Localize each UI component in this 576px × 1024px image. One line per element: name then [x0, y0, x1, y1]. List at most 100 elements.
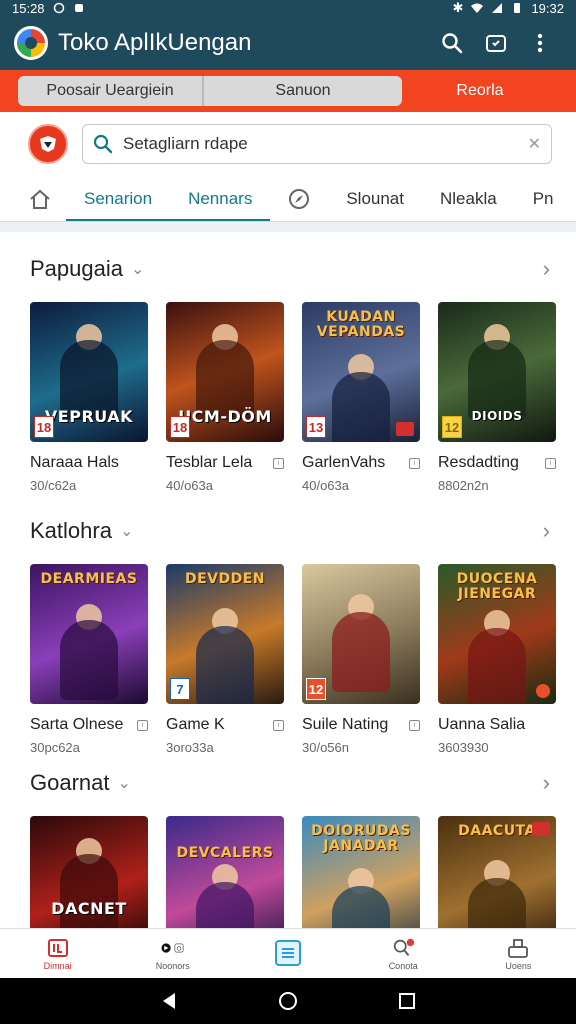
library-icon: [275, 939, 301, 966]
compass-tab[interactable]: [270, 176, 328, 221]
bottom-nav: Dimnai Noonors Conota Uoens: [0, 928, 576, 978]
app-name: Tesblar Lela: [166, 454, 253, 471]
app-name: GarlenVahs: [302, 454, 386, 471]
app-meta: 3oro33a: [166, 740, 214, 755]
app-card[interactable]: KUADAN VEPANDAS 13 GarlenVahs i 40/o63a: [302, 302, 420, 493]
category-nav: Senarion Nennars Slounat Nleakla Pn: [0, 176, 576, 222]
app-meta: 3603930: [438, 740, 489, 755]
search-row: ✕: [0, 112, 576, 176]
section-title: Papugaia: [30, 256, 123, 281]
status-time: 15:28: [12, 0, 45, 16]
system-nav-bar: [0, 978, 576, 1024]
people-icon: [391, 937, 415, 959]
back-icon: [163, 993, 176, 1009]
age-rating: 18: [170, 416, 190, 438]
account-icon: [506, 937, 530, 959]
nav-library[interactable]: [230, 929, 345, 978]
cover-title: KUADAN VEPANDAS: [316, 309, 406, 340]
wifi-icon: [471, 3, 484, 13]
home-icon: [30, 189, 50, 209]
tab-first[interactable]: Poosair Ueargiein: [18, 76, 204, 106]
cover-title: DUOCENA JIENEGAR: [456, 571, 538, 602]
nav-contact[interactable]: Conota: [346, 929, 461, 978]
info-icon: i: [273, 457, 284, 469]
section-title: Katlohra: [30, 518, 112, 543]
app-card[interactable]: DIOIDS 12 Resdadting i 8802n2n: [438, 302, 556, 493]
app-card[interactable]: DUOCENA JIENEGAR Uanna Salia 3603930: [438, 564, 556, 755]
divider: [0, 222, 576, 232]
section-header[interactable]: Papugaia ⌄ ›: [0, 252, 576, 286]
tab-third[interactable]: Reorla: [402, 76, 558, 106]
info-icon: i: [273, 719, 284, 731]
cover-title: DOIORUDAS JANADAR: [311, 823, 411, 854]
app-card[interactable]: DEARMIEAS Sarta Olnese i 30pc62a: [30, 564, 148, 755]
chevron-right-icon[interactable]: ›: [543, 770, 550, 796]
home-circle-icon: [278, 992, 297, 1010]
profile-avatar[interactable]: [28, 124, 68, 164]
media-icon: [161, 937, 185, 959]
search-input[interactable]: [123, 134, 528, 154]
app-cover: VEPRUAK 18: [30, 302, 148, 442]
search-field[interactable]: ✕: [82, 124, 552, 164]
more-vert-icon: [537, 33, 543, 53]
top-tabs: Poosair Ueargiein Sanuon Reorla: [0, 70, 576, 112]
app-meta: 40/o63a: [166, 478, 213, 493]
app-card[interactable]: DEVDDEN 7 Game K i 3oro33a: [166, 564, 284, 755]
nav-account[interactable]: Uoens: [461, 929, 576, 978]
app-name: Game K: [166, 716, 225, 733]
tab-second[interactable]: Sanuon: [204, 76, 402, 106]
info-icon: i: [545, 457, 556, 469]
cover-title: DEVCALERS: [176, 845, 274, 861]
app-cover: DEARMIEAS: [30, 564, 148, 704]
age-rating: 12: [442, 416, 462, 438]
section-header[interactable]: Goarnat ⌄ ›: [0, 766, 576, 800]
chevron-down-icon: ⌄: [117, 775, 131, 792]
app-name: Suile Nating: [302, 716, 389, 733]
category-tab[interactable]: Pn: [515, 176, 572, 221]
chevron-right-icon[interactable]: ›: [543, 256, 550, 282]
search-button[interactable]: [430, 21, 474, 65]
category-tab[interactable]: Nennars: [170, 176, 271, 221]
category-tab[interactable]: Senarion: [66, 176, 171, 221]
more-menu-button[interactable]: [518, 21, 562, 65]
app-card[interactable]: UCM-DÖM 18 Tesblar Lela i 40/o63a: [166, 302, 284, 493]
back-button[interactable]: [149, 981, 189, 1021]
chevron-right-icon[interactable]: ›: [543, 518, 550, 544]
games-icon: [46, 937, 70, 959]
app-cover: UCM-DÖM 18: [166, 302, 284, 442]
home-tab[interactable]: [28, 176, 66, 221]
app-meta: 40/o63a: [302, 478, 349, 493]
app-meta: 8802n2n: [438, 478, 489, 493]
age-rating: 18: [34, 416, 54, 438]
category-tab[interactable]: Nleakla: [422, 176, 515, 221]
app-card[interactable]: 12 Suile Nating i 30/o56n: [302, 564, 420, 755]
nav-games[interactable]: Dimnai: [0, 929, 115, 978]
cover-title: DEARMIEAS: [40, 571, 138, 587]
nav-label: Conota: [388, 960, 418, 971]
chevron-down-icon: ⌄: [130, 261, 145, 278]
app-cover: DIOIDS 12: [438, 302, 556, 442]
signal-icon: [492, 3, 503, 13]
battery-icon: [514, 3, 521, 13]
age-rating: 7: [170, 678, 190, 700]
age-rating: 12: [306, 678, 326, 700]
chevron-down-icon: ⌄: [119, 523, 134, 540]
screenshot-button[interactable]: [474, 21, 518, 65]
camera-frame-icon: [486, 35, 506, 52]
compass-icon: [289, 188, 310, 209]
notification-icon: [74, 4, 83, 12]
recents-button[interactable]: [387, 981, 427, 1021]
app-cover: DEVDDEN 7: [166, 564, 284, 704]
info-icon: i: [137, 719, 148, 731]
clear-icon[interactable]: ✕: [528, 134, 541, 154]
cover-title: DEVDDEN: [184, 571, 266, 587]
section-header[interactable]: Katlohra ⌄ ›: [0, 514, 576, 548]
cover-title: DACNET: [51, 899, 127, 918]
nav-media[interactable]: Noonors: [115, 929, 230, 978]
home-button[interactable]: [268, 981, 308, 1021]
nav-label: Noonors: [155, 960, 190, 971]
app-cover: KUADAN VEPANDAS 13: [302, 302, 420, 442]
status-time-right: 19:32: [531, 0, 564, 16]
app-card[interactable]: VEPRUAK 18 Naraaa Hals 30/c62a: [30, 302, 148, 493]
category-tab[interactable]: Slounat: [328, 176, 422, 221]
